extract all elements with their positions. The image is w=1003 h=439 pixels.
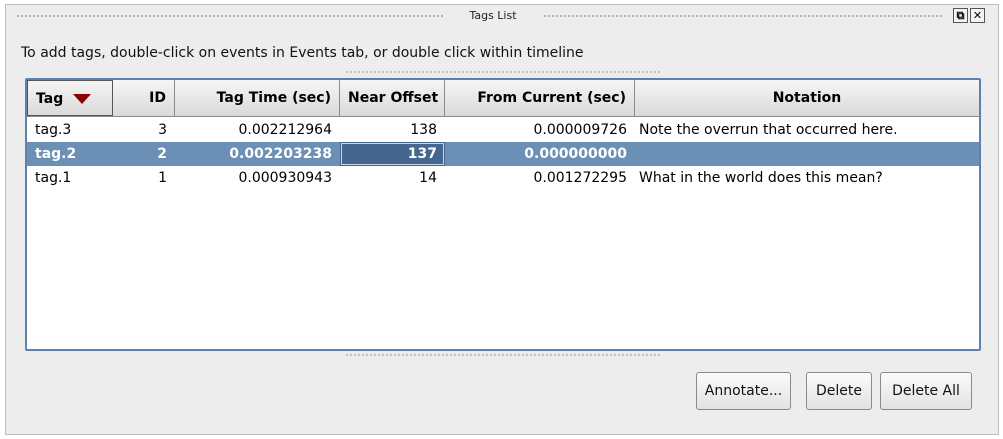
cell-tag: tag.3 bbox=[35, 122, 72, 138]
cell-near-offset: 14 bbox=[419, 170, 437, 186]
column-header-tag[interactable]: Tag bbox=[27, 80, 113, 116]
float-window-button[interactable]: ⧉ bbox=[953, 8, 968, 23]
column-header-from-current[interactable]: From Current (sec) bbox=[445, 80, 635, 116]
cell-tag-time: 0.000930943 bbox=[238, 170, 332, 186]
bottom-splitter-grip[interactable] bbox=[345, 353, 660, 357]
panel-title: Tags List bbox=[469, 9, 517, 22]
close-icon: ✕ bbox=[972, 9, 983, 22]
column-label-near-offset: Near Offset bbox=[348, 90, 439, 106]
top-splitter-grip[interactable] bbox=[345, 70, 660, 74]
cell-tag-time: 0.002203238 bbox=[229, 146, 332, 162]
column-label-from-current: From Current (sec) bbox=[477, 90, 626, 106]
cell-tag-time: 0.002212964 bbox=[238, 122, 332, 138]
cell-notation bbox=[635, 142, 979, 166]
delete-all-button[interactable]: Delete All bbox=[880, 372, 972, 410]
cell-near-offset: 137 bbox=[340, 142, 445, 166]
cell-id: 1 bbox=[158, 170, 167, 186]
column-header-notation[interactable]: Notation bbox=[635, 80, 979, 116]
title-drag-grip-right[interactable] bbox=[543, 14, 943, 18]
cell-tag: tag.1 bbox=[35, 170, 72, 186]
cell-notation: What in the world does this mean? bbox=[639, 170, 883, 186]
table-header: Tag ID Tag Time (sec) Near Offset From C… bbox=[27, 80, 979, 117]
cell-from-current: 0.000009726 bbox=[533, 122, 627, 138]
title-drag-grip-left[interactable] bbox=[16, 14, 444, 18]
table-row[interactable]: tag.3 3 0.002212964 138 0.000009726 Note… bbox=[27, 118, 979, 142]
close-panel-button[interactable]: ✕ bbox=[970, 8, 985, 23]
annotate-button[interactable]: Annotate... bbox=[696, 372, 791, 410]
float-window-icon: ⧉ bbox=[956, 9, 965, 22]
column-label-id: ID bbox=[149, 90, 166, 106]
cell-id: 2 bbox=[157, 146, 167, 162]
cell-tag: tag.2 bbox=[35, 146, 77, 162]
column-header-tag-time[interactable]: Tag Time (sec) bbox=[175, 80, 340, 116]
panel-titlebar[interactable]: Tags List ⧉ ✕ bbox=[6, 5, 998, 27]
instructions-text: To add tags, double-click on events in E… bbox=[21, 45, 584, 61]
cell-near-offset: 138 bbox=[410, 122, 437, 138]
cell-notation: Note the overrun that occurred here. bbox=[639, 122, 898, 138]
table-row-selected[interactable]: tag.2 2 0.002203238 137 0.000000000 bbox=[27, 142, 979, 166]
cell-id: 3 bbox=[158, 122, 167, 138]
column-header-id[interactable]: ID bbox=[113, 80, 175, 116]
tags-table: Tag ID Tag Time (sec) Near Offset From C… bbox=[25, 78, 981, 351]
column-header-near-offset[interactable]: Near Offset bbox=[340, 80, 445, 116]
delete-button[interactable]: Delete bbox=[806, 372, 872, 410]
sort-descending-icon bbox=[73, 94, 92, 104]
column-label-notation: Notation bbox=[772, 90, 842, 106]
cell-from-current: 0.001272295 bbox=[533, 170, 627, 186]
column-label-tag: Tag bbox=[36, 91, 64, 107]
table-row[interactable]: tag.1 1 0.000930943 14 0.001272295 What … bbox=[27, 166, 979, 190]
column-label-tag-time: Tag Time (sec) bbox=[216, 90, 331, 106]
cell-from-current: 0.000000000 bbox=[524, 146, 627, 162]
